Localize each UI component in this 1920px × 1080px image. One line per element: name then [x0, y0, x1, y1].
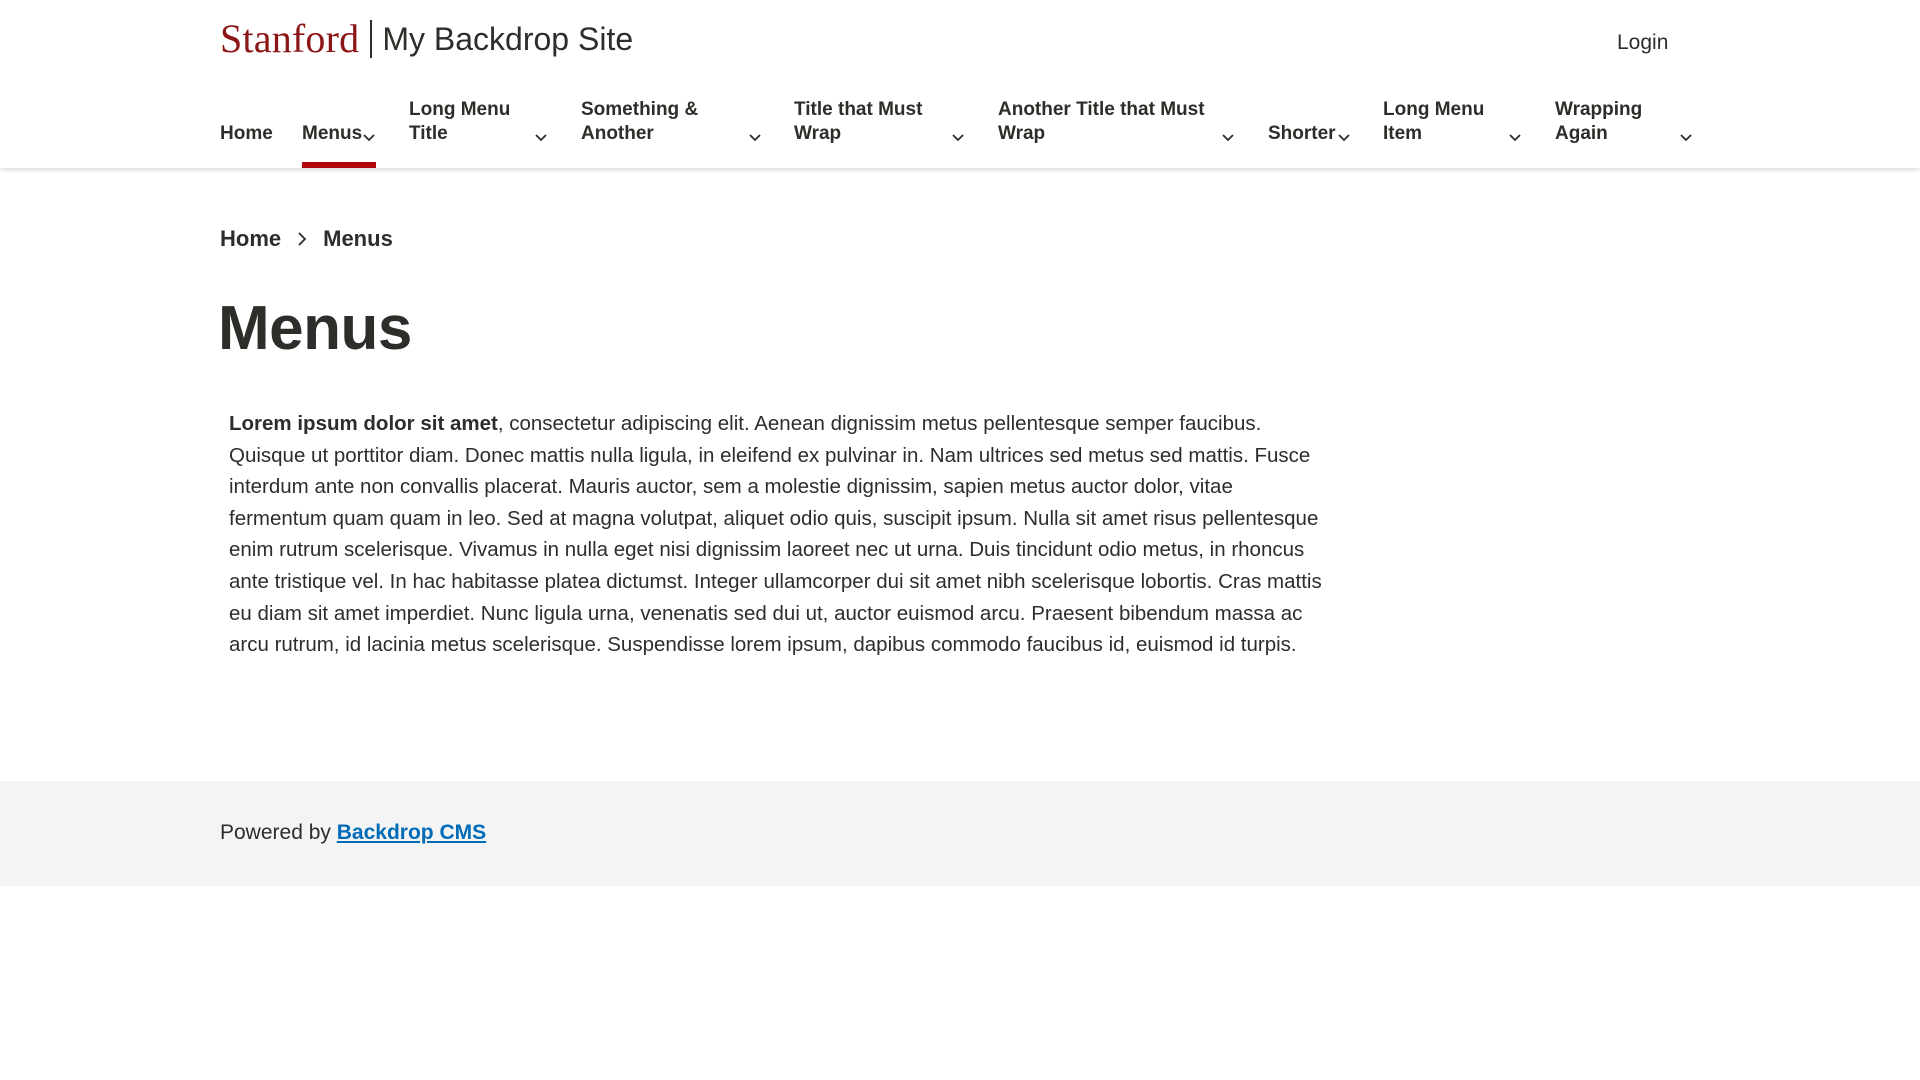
chevron-down-icon[interactable]: [1508, 130, 1522, 144]
brand-divider: [370, 20, 373, 58]
chevron-down-icon[interactable]: [1679, 130, 1693, 144]
menu-item-wrapping-again[interactable]: Wrapping Again: [1555, 96, 1695, 168]
menu-item-another-title-that-must-wrap[interactable]: Another Title that Must Wrap: [998, 96, 1236, 168]
breadcrumb-item-current: Menus: [323, 226, 393, 251]
menu-item-long-menu-item[interactable]: Long Menu Item: [1383, 96, 1523, 168]
breadcrumb-item-home[interactable]: Home: [220, 226, 281, 252]
menu-item-home[interactable]: Home: [220, 96, 273, 168]
menu-item-label: Wrapping Again: [1555, 99, 1643, 144]
site-branding: Stanford My Backdrop Site: [220, 18, 633, 60]
menu-item-label: Shorter: [1268, 123, 1336, 144]
stanford-logo[interactable]: Stanford: [220, 18, 359, 60]
page-title: Menus: [218, 294, 412, 363]
menu-item-label: Title that Must Wrap: [794, 99, 923, 144]
menu-item-label: Long Menu Item: [1383, 99, 1485, 144]
menu-item-shorter[interactable]: Shorter: [1268, 96, 1352, 168]
menu-item-long-menu-title[interactable]: Long Menu Title: [409, 96, 549, 168]
menu-item-title-that-must-wrap[interactable]: Title that Must Wrap: [794, 96, 966, 168]
chevron-down-icon[interactable]: [951, 130, 965, 144]
powered-by-prefix: Powered by: [220, 821, 331, 844]
backdrop-cms-link[interactable]: Backdrop CMS: [337, 821, 486, 844]
site-header: Stanford My Backdrop Site Login Home Men…: [0, 0, 1920, 168]
active-menu-indicator: [302, 162, 376, 168]
menu-item-something-another[interactable]: Something & Another: [581, 96, 763, 168]
powered-by: Powered by Backdrop CMS: [220, 819, 486, 847]
site-footer: Powered by Backdrop CMS: [0, 781, 1920, 886]
chevron-right-icon: [293, 230, 311, 248]
menu-item-menus[interactable]: Menus: [302, 96, 376, 168]
breadcrumb: Home Menus: [220, 224, 393, 254]
chevron-down-icon[interactable]: [1221, 130, 1235, 144]
site-name-link[interactable]: My Backdrop Site: [382, 18, 633, 60]
menu-item-label: Another Title that Must Wrap: [998, 99, 1205, 144]
menu-item-label: Menus: [302, 123, 363, 144]
menu-item-label: Long Menu Title: [409, 99, 511, 144]
login-link[interactable]: Login: [1617, 29, 1668, 57]
main-menu: Home Menus Long Menu Title Something & A…: [0, 96, 1920, 168]
chevron-down-icon[interactable]: [1337, 130, 1351, 144]
menu-item-label: Something & Another: [581, 99, 699, 144]
menu-item-label: Home: [220, 123, 273, 144]
body-paragraph: Lorem ipsum dolor sit amet, consectetur …: [229, 408, 1323, 661]
body-lead-bold: Lorem ipsum dolor sit amet: [229, 412, 498, 435]
chevron-down-icon[interactable]: [748, 130, 762, 144]
body-rest: , consectetur adipiscing elit. Aenean di…: [229, 412, 1322, 657]
chevron-down-icon[interactable]: [534, 130, 548, 144]
chevron-down-icon[interactable]: [362, 130, 376, 144]
